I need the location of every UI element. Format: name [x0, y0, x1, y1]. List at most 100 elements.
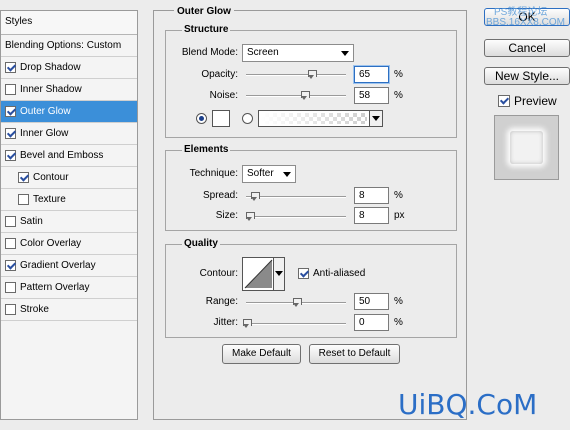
style-item[interactable]: Stroke: [1, 299, 137, 321]
style-item-label: Gradient Overlay: [20, 260, 96, 271]
style-item-checkbox[interactable]: [5, 150, 16, 161]
style-item[interactable]: Contour: [1, 167, 137, 189]
anti-aliased-label: Anti-aliased: [313, 268, 366, 279]
preview-checkbox[interactable]: [498, 95, 510, 107]
noise-input[interactable]: 58: [354, 87, 389, 104]
anti-aliased-checkbox[interactable]: [298, 268, 309, 279]
technique-dropdown[interactable]: Softer: [242, 165, 296, 183]
style-item-checkbox[interactable]: [5, 84, 16, 95]
technique-label: Technique:: [189, 168, 238, 179]
watermark-top: PS教程论坛 BBS.16XX8.COM: [486, 8, 565, 28]
blend-mode-label: Blend Mode:: [181, 47, 238, 58]
technique-value: Softer: [247, 168, 274, 179]
noise-slider-thumb[interactable]: [301, 91, 310, 100]
quality-title: Quality: [182, 238, 220, 249]
style-item-checkbox[interactable]: [5, 62, 16, 73]
style-item-checkbox[interactable]: [5, 282, 16, 293]
preview-thumbnail: [494, 115, 559, 180]
spread-label: Spread:: [202, 190, 238, 201]
style-item-label: Inner Glow: [20, 128, 69, 139]
chevron-down-icon: [275, 271, 283, 276]
style-item[interactable]: Color Overlay: [1, 233, 137, 255]
styles-items: Blending Options: Custom Drop Shadow Inner…: [1, 35, 137, 321]
contour-curve-icon: [244, 259, 273, 289]
style-item-checkbox[interactable]: [5, 128, 16, 139]
style-item-label: Pattern Overlay: [20, 282, 90, 293]
style-item[interactable]: Drop Shadow: [1, 57, 137, 79]
chevron-down-icon: [372, 116, 380, 121]
new-style-button[interactable]: New Style...: [484, 67, 570, 85]
style-item-checkbox[interactable]: [18, 172, 29, 183]
jitter-label: Jitter:: [213, 317, 238, 328]
style-item-checkbox[interactable]: [5, 238, 16, 249]
style-item[interactable]: Satin: [1, 211, 137, 233]
watermark-logo: UiBQ.CoM: [398, 388, 538, 421]
contour-picker[interactable]: [242, 257, 285, 291]
chevron-down-icon: [341, 51, 349, 56]
gradient-preview: [261, 113, 367, 124]
opacity-input[interactable]: 65: [354, 66, 389, 83]
style-item-checkbox[interactable]: [5, 216, 16, 227]
style-item-label: Inner Shadow: [20, 84, 82, 95]
cancel-button[interactable]: Cancel: [484, 39, 570, 57]
style-item[interactable]: Blending Options: Custom: [1, 35, 137, 57]
preview-shape: [510, 131, 543, 164]
style-item-checkbox[interactable]: [18, 194, 29, 205]
style-item-checkbox[interactable]: [5, 260, 16, 271]
styles-list-panel: Styles Blending Options: Custom Drop Shad…: [0, 10, 138, 420]
reset-to-default-button[interactable]: Reset to Default: [309, 344, 400, 364]
preview-label: Preview: [514, 94, 557, 108]
spread-input[interactable]: 8: [354, 187, 389, 204]
size-slider-thumb[interactable]: [246, 212, 255, 221]
gradient-picker[interactable]: [258, 110, 383, 127]
spread-slider-thumb[interactable]: [251, 192, 260, 201]
elements-title: Elements: [182, 144, 231, 155]
structure-title: Structure: [182, 24, 231, 35]
noise-label: Noise:: [209, 90, 238, 101]
watermark-top-line2: BBS.16XX8.COM: [486, 17, 565, 28]
size-unit: px: [394, 210, 405, 221]
glow-color-swatch[interactable]: [212, 110, 230, 127]
style-item-label: Texture: [33, 194, 66, 205]
spread-slider[interactable]: [246, 192, 346, 201]
noise-unit: %: [394, 90, 403, 101]
opacity-slider[interactable]: [246, 70, 346, 79]
opacity-slider-thumb[interactable]: [308, 70, 317, 79]
contour-label: Contour:: [199, 268, 238, 279]
contour-dropdown-button[interactable]: [273, 258, 284, 290]
range-slider[interactable]: [246, 298, 346, 307]
style-item-label: Bevel and Emboss: [20, 150, 104, 161]
spread-unit: %: [394, 190, 403, 201]
blend-mode-dropdown[interactable]: Screen: [242, 44, 354, 62]
style-item[interactable]: Inner Glow: [1, 123, 137, 145]
style-item-label: Satin: [20, 216, 43, 227]
size-slider[interactable]: [246, 212, 346, 221]
jitter-slider[interactable]: [243, 319, 346, 328]
blend-mode-value: Screen: [247, 47, 279, 58]
style-item[interactable]: Pattern Overlay: [1, 277, 137, 299]
gradient-radio[interactable]: [242, 113, 253, 124]
style-item[interactable]: Outer Glow: [1, 101, 137, 123]
color-radio[interactable]: [196, 113, 207, 124]
chevron-down-icon: [283, 172, 291, 177]
style-item-checkbox[interactable]: [5, 304, 16, 315]
jitter-slider-thumb[interactable]: [243, 319, 252, 328]
style-item[interactable]: Inner Shadow: [1, 79, 137, 101]
style-item-label: Color Overlay: [20, 238, 82, 249]
style-item-checkbox[interactable]: [5, 106, 16, 117]
jitter-unit: %: [394, 317, 403, 328]
style-item[interactable]: Gradient Overlay: [1, 255, 137, 277]
style-item-label: Drop Shadow: [20, 62, 81, 73]
range-slider-thumb[interactable]: [293, 298, 302, 307]
gradient-dropdown-button[interactable]: [369, 111, 382, 126]
range-input[interactable]: 50: [354, 293, 389, 310]
jitter-input[interactable]: 0: [354, 314, 389, 331]
noise-slider[interactable]: [246, 91, 346, 100]
size-input[interactable]: 8: [354, 207, 389, 224]
style-item-label: Outer Glow: [20, 106, 71, 117]
make-default-button[interactable]: Make Default: [222, 344, 301, 364]
styles-header[interactable]: Styles: [1, 11, 137, 35]
range-label: Range:: [205, 296, 238, 307]
style-item[interactable]: Texture: [1, 189, 137, 211]
style-item[interactable]: Bevel and Emboss: [1, 145, 137, 167]
